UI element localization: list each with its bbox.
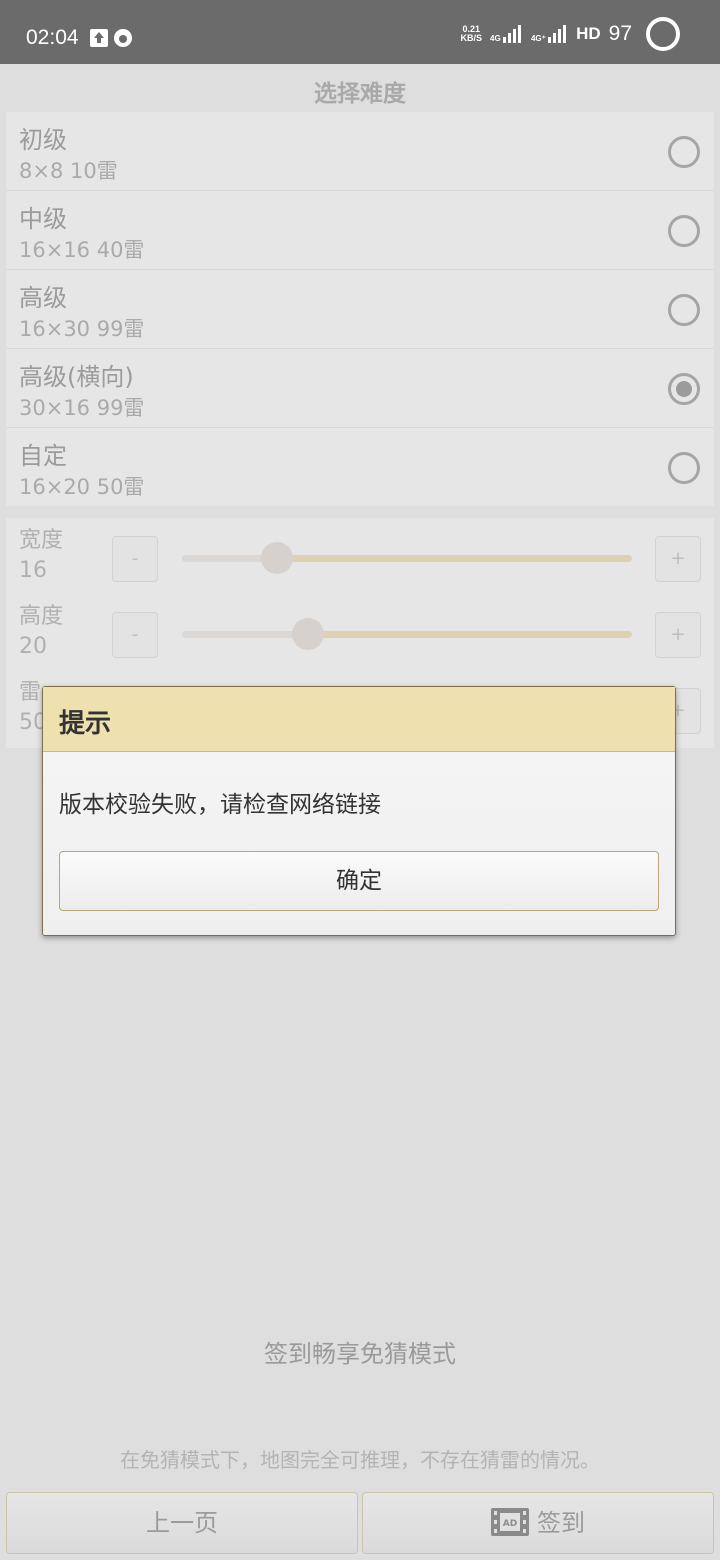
dialog-message: 版本校验失败，请检查网络链接 xyxy=(59,792,381,818)
modal-overlay: 提示 版本校验失败，请检查网络链接 确定 xyxy=(0,0,720,1560)
alert-dialog: 提示 版本校验失败，请检查网络链接 确定 xyxy=(42,686,676,936)
dialog-title: 提示 xyxy=(59,709,112,739)
confirm-button[interactable]: 确定 xyxy=(59,851,659,911)
dialog-header xyxy=(43,687,675,752)
